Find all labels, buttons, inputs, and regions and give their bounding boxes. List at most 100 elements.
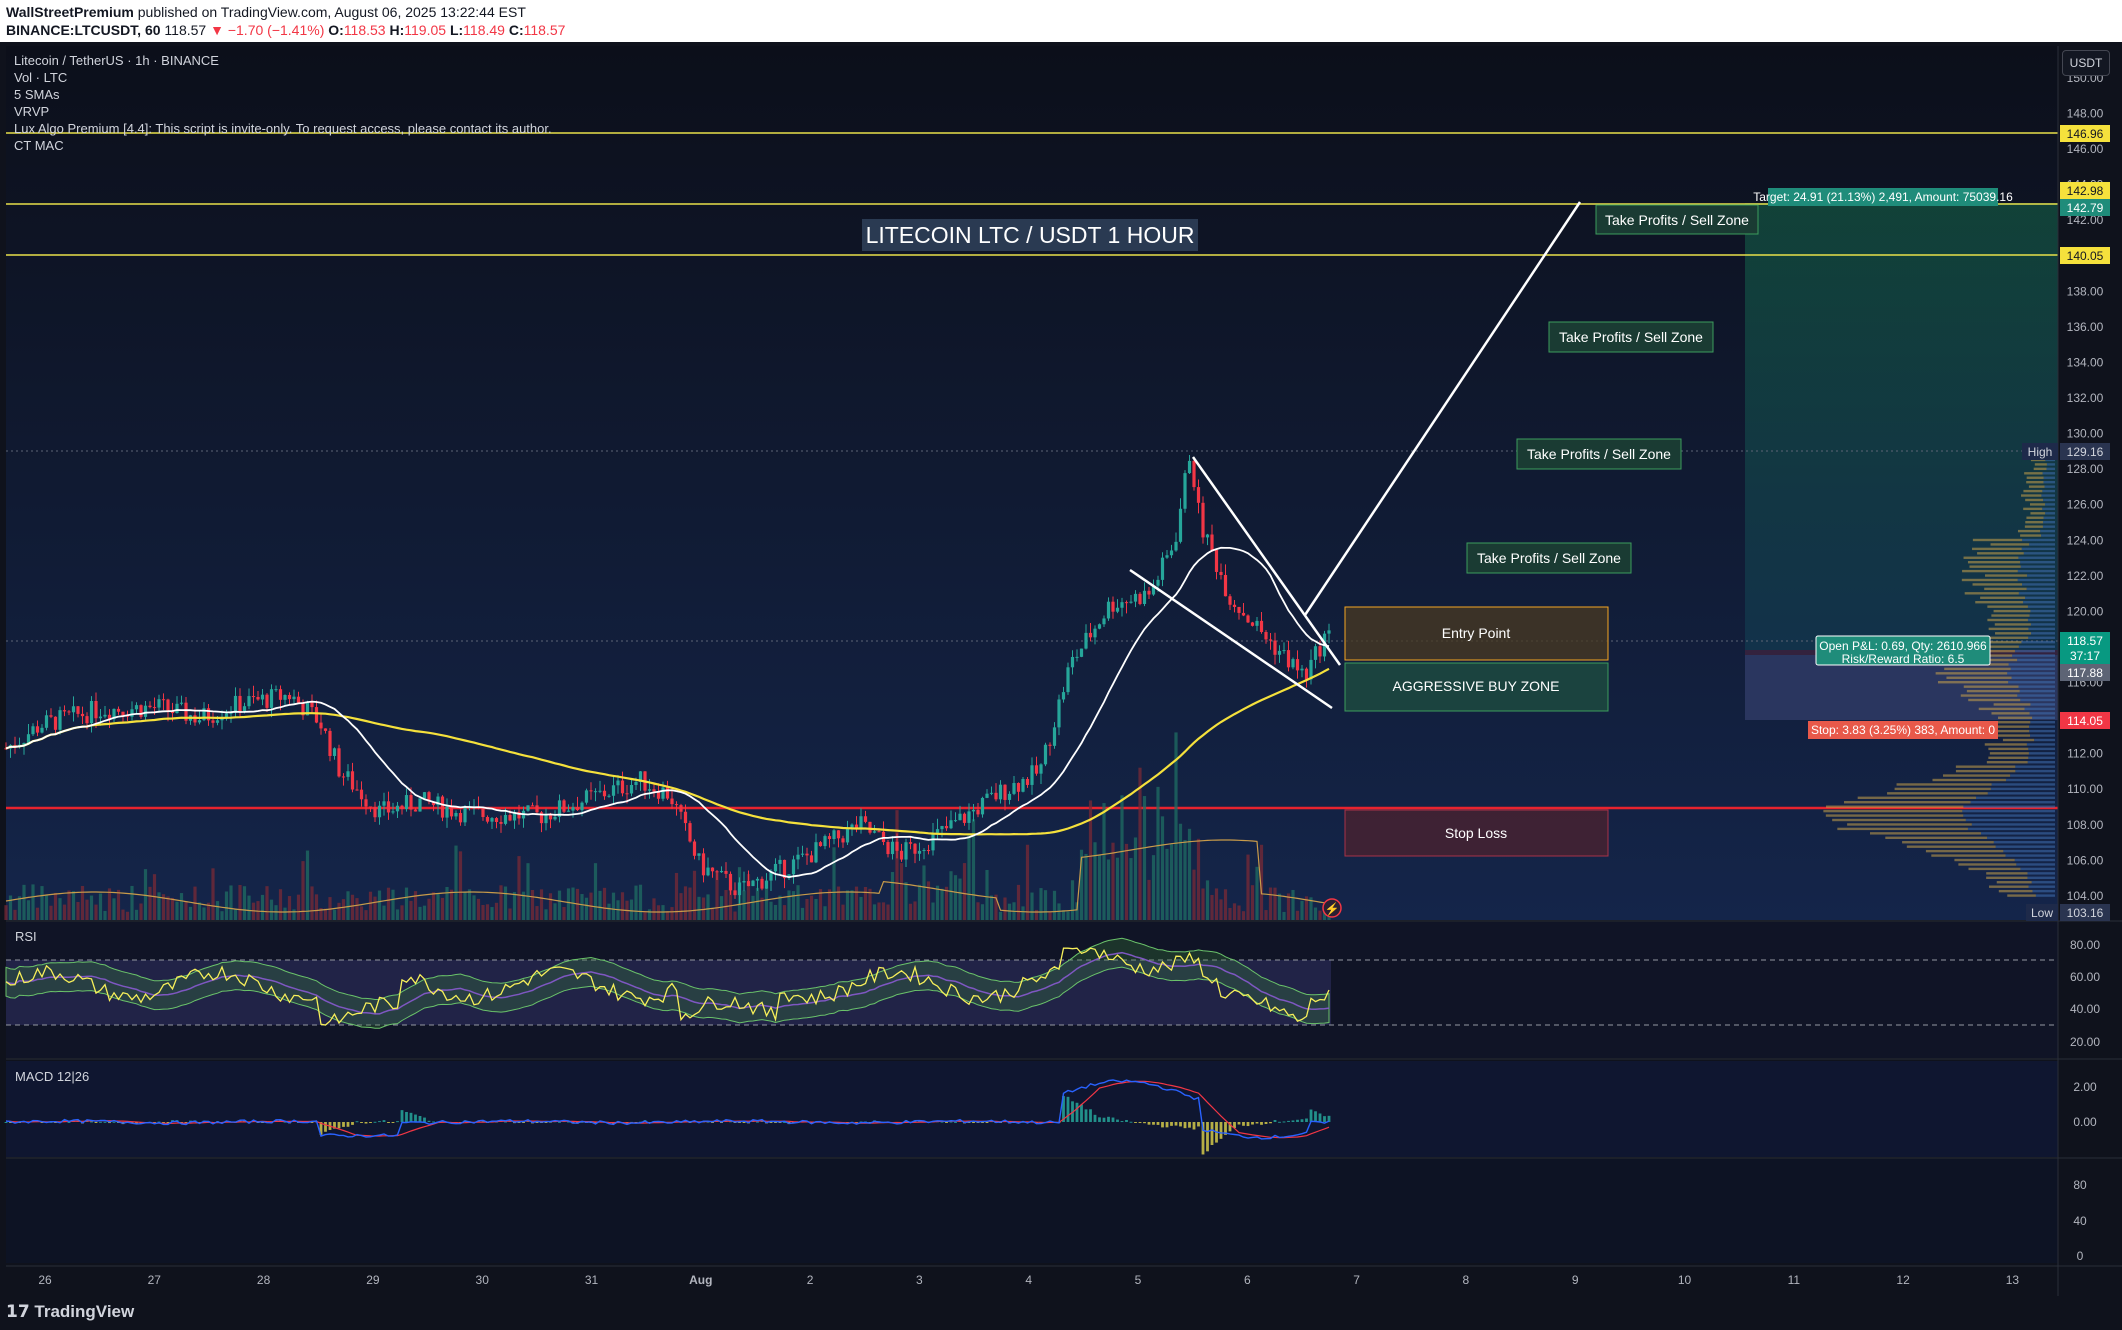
volume-bar <box>679 893 683 920</box>
candle-body <box>607 795 611 797</box>
volume-bar <box>814 898 818 920</box>
candle-body <box>850 824 854 828</box>
price-tag-142a-text: 142.98 <box>2067 184 2104 198</box>
volume-bar <box>1138 767 1142 920</box>
volume-bar <box>1250 885 1255 920</box>
vrvp-bar <box>1896 783 1992 786</box>
vrvp-bar <box>2046 467 2055 471</box>
volume-bar <box>935 885 940 920</box>
macd-hist-bar <box>103 1121 107 1123</box>
tradingview-logo[interactable]: 𝟭𝟳 TradingView <box>6 1302 134 1322</box>
candle-body <box>1327 630 1331 634</box>
volume-bar <box>139 903 143 920</box>
vrvp-bar <box>2043 521 2055 524</box>
volume-bar <box>283 907 287 920</box>
macd-hist-bar <box>369 1122 372 1123</box>
footer: 𝟭𝟳 TradingView <box>0 1296 2122 1330</box>
volume-bar <box>1223 889 1228 920</box>
vrvp-bar <box>1988 627 2029 631</box>
time-tick: 13 <box>2006 1273 2020 1287</box>
candle-body <box>98 716 103 719</box>
candle-body <box>395 805 400 812</box>
volume-bar <box>229 885 233 920</box>
currency-button[interactable]: USDT <box>2062 50 2110 76</box>
volume-bar <box>1129 858 1133 920</box>
volume-bar <box>895 810 899 920</box>
volume-bar <box>944 886 949 920</box>
volume-bar <box>665 911 670 920</box>
chart-canvas[interactable]: LITECOIN LTC / USDT 1 HOUR Take Profits … <box>0 42 2122 1296</box>
vrvp-bar <box>1826 805 1964 808</box>
volume-bar <box>1084 853 1088 920</box>
volume-bar <box>310 886 314 920</box>
legend-title[interactable]: Litecoin / TetherUS · 1h · BINANCE <box>14 53 219 68</box>
legend-ct-mac[interactable]: CT MAC <box>14 138 64 153</box>
candle-body <box>778 859 782 864</box>
legend-sma[interactable]: 5 SMAs <box>14 87 60 102</box>
legend-vrvp[interactable]: VRVP <box>14 104 49 119</box>
candle-body <box>94 700 98 719</box>
candle-body <box>26 734 31 743</box>
legend-lux-algo[interactable]: Lux Algo Premium [4.4]: This script is i… <box>14 121 552 136</box>
volume-bar <box>629 899 634 920</box>
vrvp-bar <box>2015 765 2055 768</box>
price-tick: 146.00 <box>2067 142 2104 156</box>
vrvp-bar <box>2030 734 2055 737</box>
publisher-name[interactable]: WallStreetPremium <box>6 4 134 20</box>
vrvp-bar <box>2029 725 2055 728</box>
legend-volume[interactable]: Vol · LTC <box>14 70 67 85</box>
price-tick: 108.00 <box>2067 818 2104 832</box>
volume-bar <box>1183 840 1187 920</box>
vrvp-bar <box>1963 685 2019 688</box>
macd-hist-bar <box>954 1121 957 1123</box>
vrvp-bar <box>2023 489 2043 493</box>
candle-body <box>233 695 238 713</box>
volume-bar <box>593 863 598 920</box>
candle-body <box>1061 692 1066 700</box>
candle-body <box>575 807 580 811</box>
candle-body <box>796 854 800 860</box>
lightning-glyph: ⚡ <box>1325 902 1340 916</box>
macd-hist-bar <box>1246 1122 1250 1127</box>
volume-bar <box>544 909 548 920</box>
time-tick: 28 <box>257 1273 271 1287</box>
volume-bar <box>989 895 994 920</box>
volume-bar <box>796 885 800 920</box>
vrvp-bar <box>1969 565 2021 568</box>
price-tick: 122.00 <box>2067 569 2104 583</box>
candle-body <box>1219 571 1223 576</box>
candle-body <box>1111 601 1115 612</box>
candle-body <box>355 789 359 791</box>
candle-body <box>161 699 166 701</box>
vrvp-bar <box>2017 569 2055 573</box>
macd-hist-bar <box>1210 1122 1214 1146</box>
candle-body <box>553 816 557 820</box>
price-tick: 132.00 <box>2067 391 2104 405</box>
price-tick: 106.00 <box>2067 853 2104 867</box>
volume-bar <box>1201 888 1205 920</box>
vrvp-bar <box>1894 787 1991 791</box>
volume-bar <box>674 872 679 920</box>
macd-hist-bar <box>1084 1109 1088 1122</box>
vrvp-bar <box>2024 707 2055 711</box>
vrvp-bar <box>2026 743 2055 746</box>
volume-bar <box>8 895 13 920</box>
vrvp-bar <box>2043 516 2055 519</box>
time-axis[interactable]: 26 27 28 29 30 31 Aug 2 3 4 5 6 7 8 9 10 11 12 13 <box>38 1273 2019 1287</box>
candle-body <box>584 790 589 803</box>
volume-bar <box>512 892 517 920</box>
vrvp-bar <box>1991 614 2030 617</box>
time-tick: 5 <box>1135 1273 1142 1287</box>
volume-bar <box>265 886 269 920</box>
target-label: Target: 24.91 (21.13%) 2,491, Amount: 75… <box>1753 190 2013 204</box>
volume-bar <box>517 856 521 920</box>
vrvp-bar <box>1944 667 2011 671</box>
candle-body <box>386 801 391 813</box>
volume-bar <box>89 895 94 920</box>
candle-body <box>449 806 454 817</box>
volume-bar <box>4 905 8 920</box>
candle-body <box>1255 620 1259 626</box>
vrvp-bar <box>1832 818 1966 822</box>
volume-bar <box>368 891 373 920</box>
vrvp-bar <box>2010 667 2055 671</box>
